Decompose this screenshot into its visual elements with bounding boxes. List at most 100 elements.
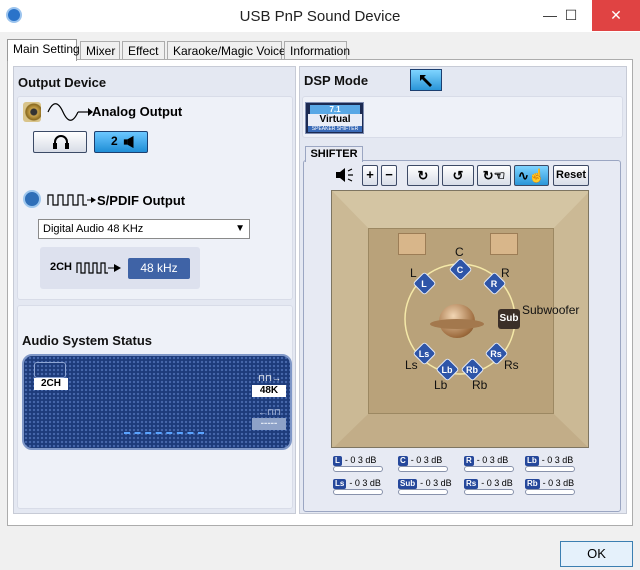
meter-header: Sub - 0 3 dB (398, 478, 452, 489)
meter-tag: Sub (398, 479, 418, 489)
headphones-icon (53, 135, 69, 149)
sine-wave-icon (47, 103, 93, 121)
hammer-icon (420, 75, 432, 87)
channel-r-label: R (490, 279, 498, 289)
channel-c-label: C (456, 265, 464, 275)
label-subwoofer: Subwoofer (522, 303, 580, 317)
reset-button[interactable]: Reset (553, 165, 589, 186)
audio-status-panel: 2CH ⊓⊓→ 48K ←⊓⊓ ----- (22, 354, 292, 450)
drag-mode-button[interactable]: ∿☝ (514, 165, 549, 186)
meter-slider[interactable] (333, 489, 383, 495)
speaker-toggle-button[interactable] (333, 165, 359, 186)
chevron-down-icon: ▼ (235, 223, 245, 234)
tab-effect[interactable]: Effect (122, 41, 165, 60)
virtual-shifter-badge[interactable]: 7.1 Virtual SPEAKER SHIFTER (305, 102, 364, 134)
channel-rb-label: Rb (466, 365, 478, 375)
hand-wave-icon: ∿☝ (517, 168, 546, 183)
sample-rate-badge: 48 kHz (128, 258, 190, 279)
speaker-icon (23, 102, 41, 122)
auto-rotate-icon: ↻☜ (482, 168, 506, 183)
meter-tag: Rb (525, 479, 540, 489)
label-rb: Rb (472, 378, 488, 392)
meter-header: Rs - 0 3 dB (464, 478, 513, 489)
spdif-rate-value: Digital Audio 48 KHz (43, 223, 144, 235)
virtual-badge-channels: 7.1 (310, 105, 360, 114)
rotate-counterclockwise-button[interactable]: ↺ (442, 165, 474, 186)
digital-signal-icon (47, 194, 96, 206)
meter-tag: Ls (333, 479, 347, 489)
input-signal-icon: ⊓⊓→ (258, 373, 282, 383)
meter-tag: L (333, 456, 342, 466)
title-bar: USB PnP Sound Device — ☐ ✕ (0, 0, 640, 32)
meter-value: - 0 3 dB (542, 478, 575, 488)
analog-output-label: Analog Output (92, 104, 183, 119)
tab-karaoke[interactable]: Karaoke/Magic Voice (167, 41, 286, 60)
speaker-count: 2 (111, 134, 118, 148)
meter-header: Lb - 0 3 dB (525, 455, 574, 466)
minus-icon: − (385, 167, 393, 182)
tab-main-setting[interactable]: Main Setting (7, 39, 80, 61)
meter-tag: Rs (464, 479, 479, 489)
meter-slider[interactable] (464, 466, 514, 472)
speaker-icon (123, 135, 134, 149)
dsp-mode-heading: DSP Mode (304, 73, 369, 88)
meter-value: - 0 3 dB (420, 478, 452, 488)
label-c: C (455, 245, 464, 259)
rotate-cw-icon: ↻ (417, 168, 429, 183)
channel-lb-label: Lb (441, 365, 453, 375)
zoom-out-button[interactable]: − (381, 165, 397, 186)
meter-value: - 0 3 dB (349, 478, 381, 488)
status-output-rate: ----- (252, 418, 286, 430)
meter-tag: C (398, 456, 408, 466)
speaker-icon (336, 168, 353, 182)
channel-sub-icon[interactable]: Sub (498, 309, 520, 329)
meter-value: - 0 3 dB (410, 455, 443, 465)
meter-slider[interactable] (525, 466, 575, 472)
maximize-icon[interactable]: ☐ (556, 0, 586, 31)
meter-slider[interactable] (464, 489, 514, 495)
rotate-clockwise-button[interactable]: ↻ (407, 165, 439, 186)
meter-value: - 0 3 dB (344, 455, 377, 465)
label-l: L (410, 266, 417, 280)
headphones-button[interactable] (33, 131, 87, 153)
speaker-room: C L R Subwoofer Ls Rs Lb Rb C L R Sub Ls… (331, 190, 589, 448)
rotate-ccw-icon: ↺ (452, 168, 464, 183)
tab-mixer[interactable]: Mixer (80, 41, 120, 60)
label-ls: Ls (405, 358, 418, 372)
status-channels: 2CH (34, 378, 68, 390)
meter-header: Rb - 0 3 dB (525, 478, 575, 489)
auto-rotate-button[interactable]: ↻☜ (477, 165, 511, 186)
ok-button[interactable]: OK (560, 541, 633, 567)
meter-slider[interactable] (525, 489, 575, 495)
label-rs: Rs (504, 358, 519, 372)
meter-tag: R (464, 456, 474, 466)
meter-header: R- 0 3 dB (464, 455, 508, 466)
listener-shoulders (430, 319, 484, 329)
meter-slider[interactable] (333, 466, 383, 472)
shifter-tab[interactable]: SHIFTER (305, 146, 363, 162)
virtual-badge-label: Virtual (308, 114, 362, 126)
channel-l-label: L (421, 279, 427, 289)
zoom-in-button[interactable]: + (362, 165, 378, 186)
meter-header: Ls - 0 3 dB (333, 478, 381, 489)
meter-slider[interactable] (398, 466, 448, 472)
spdif-output-label: S/PDIF Output (97, 193, 186, 208)
label-r: R (501, 266, 510, 280)
spdif-rate-select[interactable]: Digital Audio 48 KHz ▼ (38, 219, 250, 239)
meter-header: C- 0 3 dB (398, 455, 443, 466)
tab-information[interactable]: Information (284, 41, 350, 60)
spdif-icon (23, 190, 41, 208)
status-input-rate: 48K (252, 385, 286, 397)
channel-ls-label: Ls (418, 349, 430, 359)
close-icon[interactable]: ✕ (592, 0, 640, 31)
meter-value: - 0 3 dB (481, 478, 513, 488)
pcm-signal-icon (76, 262, 121, 274)
channel-rs-label: Rs (490, 349, 502, 359)
speaker-2ch-button[interactable]: 2 (94, 131, 148, 153)
dsp-mode-button[interactable] (410, 69, 442, 91)
output-device-heading: Output Device (18, 75, 107, 90)
meter-value: - 0 3 dB (541, 455, 574, 465)
virtual-badge-caption: SPEAKER SHIFTER (308, 126, 362, 132)
meter-tag: Lb (525, 456, 539, 466)
meter-slider[interactable] (398, 489, 448, 495)
